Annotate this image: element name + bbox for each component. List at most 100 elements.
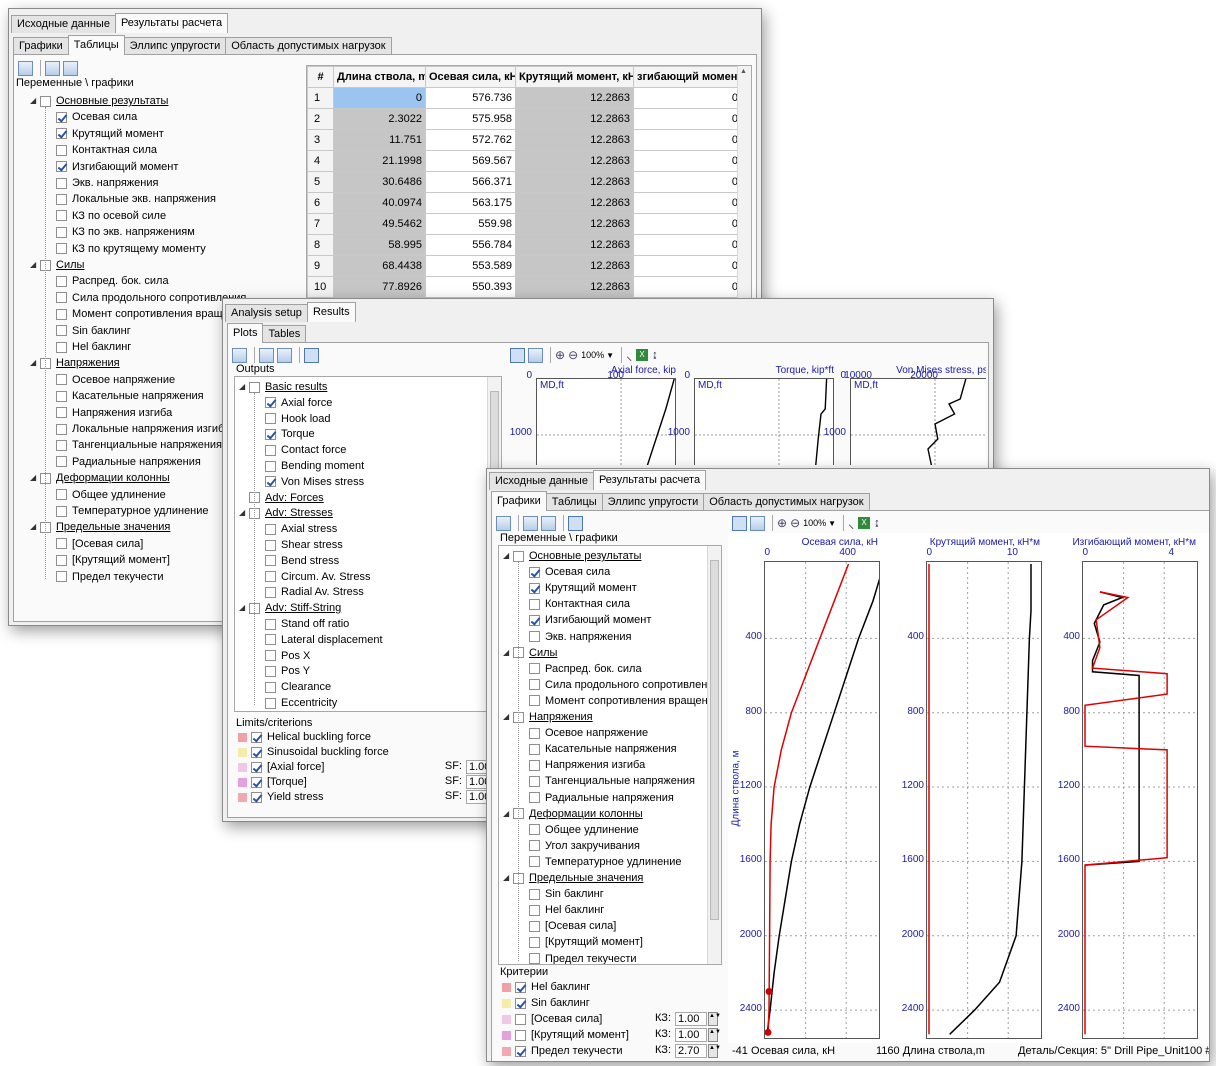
- table-row[interactable]: 9 68.4438 553.589 12.2863 0: [307, 255, 742, 277]
- table-cell[interactable]: 0: [333, 87, 426, 109]
- axis-settings-icon[interactable]: ↨: [652, 349, 658, 361]
- column-header[interactable]: #: [307, 66, 334, 88]
- tree-item[interactable]: Осевая сила: [529, 564, 610, 580]
- table-cell[interactable]: 12.2863: [515, 171, 634, 193]
- checkbox[interactable]: [56, 325, 67, 337]
- collapse-tree-icon[interactable]: [63, 60, 78, 76]
- table-cell[interactable]: 30.6486: [333, 171, 426, 193]
- table-cell[interactable]: 12.2863: [515, 213, 634, 235]
- pan-tool-icon[interactable]: ⸜: [626, 347, 632, 364]
- tree-item[interactable]: Сила продольного сопротивления: [56, 290, 246, 306]
- checkbox[interactable]: [56, 144, 67, 156]
- checkbox[interactable]: [265, 413, 276, 425]
- checkbox[interactable]: [56, 456, 67, 468]
- tab-tables-en[interactable]: Tables: [262, 325, 307, 343]
- checkbox[interactable]: [529, 631, 540, 642]
- expand-arrow-icon[interactable]: ◢: [30, 257, 40, 273]
- checkbox[interactable]: [265, 539, 276, 551]
- table-cell[interactable]: 0: [633, 150, 742, 172]
- tab-results[interactable]: Результаты расчета: [592, 470, 707, 490]
- table-cell[interactable]: 0: [633, 171, 742, 193]
- expand-arrow-icon[interactable]: ◢: [503, 645, 513, 661]
- table-cell[interactable]: 576.736: [425, 87, 516, 109]
- table-cell[interactable]: 0: [633, 234, 742, 256]
- table-cell[interactable]: 553.589: [425, 255, 516, 277]
- tab-load-area[interactable]: Область допустимых нагрузок: [225, 37, 392, 55]
- collapse-tree-icon[interactable]: [277, 347, 292, 363]
- expand-tree-icon[interactable]: [45, 60, 60, 76]
- tree-item[interactable]: КЗ по экв. напряжениям: [56, 224, 195, 240]
- tree-item[interactable]: Крутящий момент: [56, 126, 164, 142]
- tab-plots[interactable]: Plots: [227, 323, 264, 343]
- row-number[interactable]: 6: [307, 192, 334, 214]
- tab-input-data[interactable]: Исходные данные: [11, 15, 116, 33]
- checkbox[interactable]: [529, 582, 540, 594]
- tree-section[interactable]: Adv: Forces: [239, 490, 324, 506]
- criterion-item[interactable]: Предел текучести КЗ: 2.70 ▲▼: [502, 1043, 721, 1059]
- criterion-item[interactable]: [Torque] SF: 1.00: [238, 774, 500, 790]
- column-header[interactable]: Осевая сила, кН: [425, 66, 516, 88]
- tree-item[interactable]: Общее удлинение: [529, 822, 639, 838]
- checkbox[interactable]: [40, 95, 51, 107]
- row-number[interactable]: 5: [307, 171, 334, 193]
- checkbox[interactable]: [56, 489, 67, 501]
- checkbox[interactable]: [529, 679, 540, 691]
- tree-item[interactable]: [Крутящий момент]: [56, 552, 170, 568]
- checkbox[interactable]: [529, 824, 540, 836]
- tab-input-data[interactable]: Исходные данные: [489, 472, 594, 490]
- table-cell[interactable]: 563.175: [425, 192, 516, 214]
- checkbox[interactable]: [529, 792, 540, 803]
- tab-tables[interactable]: Таблицы: [67, 35, 125, 55]
- checkbox[interactable]: [265, 681, 276, 693]
- tree-item[interactable]: Предел текучести: [529, 951, 637, 964]
- checkbox[interactable]: [265, 586, 276, 598]
- tree-item[interactable]: Radial Av. Stress: [265, 584, 364, 600]
- checkbox[interactable]: [56, 292, 67, 304]
- chart-view-icon[interactable]: [232, 347, 247, 363]
- checkbox[interactable]: [56, 439, 67, 451]
- tree-section[interactable]: ◢ Деформации колонны: [503, 806, 643, 822]
- tree-item[interactable]: Hel баклинг: [56, 339, 131, 355]
- scroll-thumb[interactable]: [710, 560, 719, 920]
- checkbox[interactable]: [265, 650, 276, 662]
- tree-item[interactable]: Stand off ratio: [265, 616, 349, 632]
- criterion-item[interactable]: Sinusoidal buckling force: [238, 744, 500, 760]
- criterion-item[interactable]: Sin баклинг: [502, 995, 720, 1011]
- tree-item[interactable]: Torque: [265, 426, 315, 442]
- table-cell[interactable]: 12.2863: [515, 276, 634, 298]
- criterion-item[interactable]: Helical buckling force: [238, 729, 500, 745]
- table-row[interactable]: 1 0 576.736 12.2863 0: [307, 87, 742, 109]
- table-row[interactable]: 10 77.8926 550.393 12.2863 0: [307, 276, 742, 298]
- checkbox[interactable]: [529, 775, 540, 787]
- table-cell[interactable]: 0: [633, 129, 742, 151]
- checkbox[interactable]: [56, 554, 67, 566]
- checkbox[interactable]: [265, 523, 276, 535]
- table-cell[interactable]: 0: [633, 108, 742, 130]
- criterion-item[interactable]: Yield stress SF: 1.00: [238, 789, 500, 805]
- row-number[interactable]: 3: [307, 129, 334, 151]
- tree-item[interactable]: Предел текучести: [56, 569, 164, 585]
- tree-item[interactable]: КЗ по крутящему моменту: [56, 241, 206, 257]
- table-cell[interactable]: 58.995: [333, 234, 426, 256]
- tree-item[interactable]: Осевая сила: [56, 109, 137, 125]
- expand-arrow-icon[interactable]: ◢: [239, 505, 249, 521]
- expand-arrow-icon[interactable]: ◢: [503, 806, 513, 822]
- tree-item[interactable]: Sin баклинг: [56, 323, 131, 339]
- tree-item[interactable]: Shear stress: [265, 537, 343, 553]
- criterion-item[interactable]: Hel баклинг: [502, 979, 720, 995]
- row-number[interactable]: 1: [307, 87, 334, 109]
- tree-item[interactable]: Сила продольного сопротивления: [529, 677, 719, 693]
- table-cell[interactable]: 569.567: [425, 150, 516, 172]
- axis-settings-icon[interactable]: ↨: [874, 517, 880, 529]
- tree-item[interactable]: Напряжения изгиба: [56, 405, 172, 421]
- expand-arrow-icon[interactable]: ◢: [503, 548, 513, 564]
- tree-item[interactable]: Eccentricity: [265, 695, 337, 711]
- tree-item[interactable]: Температурное удлинение: [56, 503, 209, 519]
- expand-arrow-icon[interactable]: ◢: [503, 709, 513, 725]
- checkbox[interactable]: [529, 695, 540, 707]
- table-row[interactable]: 4 21.1998 569.567 12.2863 0: [307, 150, 742, 172]
- table-row[interactable]: 2 2.3022 575.958 12.2863 0: [307, 108, 742, 130]
- table-scrollbar[interactable]: ▲: [737, 66, 751, 314]
- tree-item[interactable]: Экв. напряжения: [56, 175, 158, 191]
- tree-scrollbar[interactable]: [707, 546, 721, 964]
